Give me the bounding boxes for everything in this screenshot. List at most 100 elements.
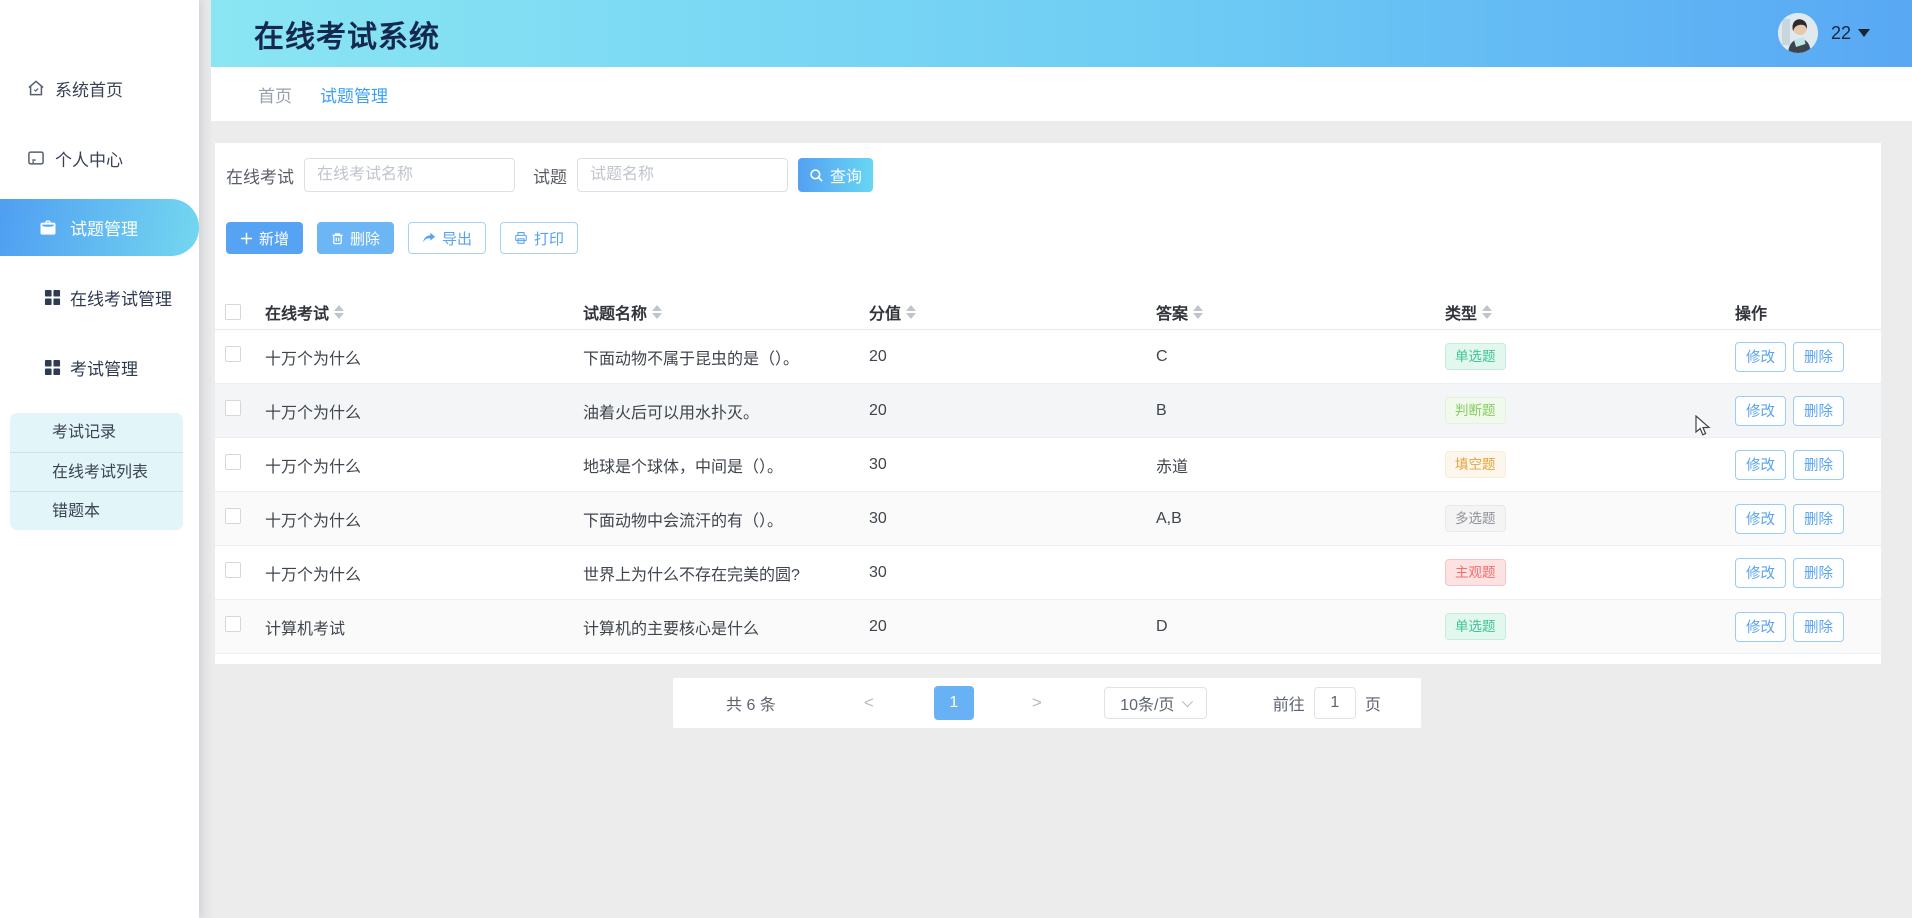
chevron-down-icon: [1858, 29, 1870, 37]
search-bar: 在线考试 试题 查询: [215, 158, 1881, 192]
column-header: 分值: [869, 300, 901, 324]
sort-icon[interactable]: [334, 305, 344, 319]
briefcase-icon: [38, 218, 58, 238]
select-all-checkbox[interactable]: [225, 304, 241, 320]
row-delete-button[interactable]: 删除: [1793, 612, 1844, 642]
exam-system-screen: 系统首页 个人中心 试题管理: [0, 0, 1912, 918]
plus-icon: [240, 232, 253, 245]
table-header: 在线考试 试题名称 分值 答案 类型 操作: [215, 295, 1881, 330]
user-menu[interactable]: 22: [1778, 13, 1870, 53]
goto-page-input[interactable]: [1314, 687, 1356, 719]
export-button[interactable]: 导出: [408, 222, 486, 254]
table-row: 十万个为什么 地球是个球体，中间是（）。 30 赤道 填空题 修改删除: [215, 438, 1881, 492]
sidebar-item-personal-center[interactable]: 个人中心: [0, 138, 199, 178]
user-avatar[interactable]: [1778, 13, 1818, 53]
score-cell: 20: [869, 348, 1156, 366]
row-checkbox[interactable]: [225, 562, 241, 578]
delete-button[interactable]: 删除: [317, 222, 394, 254]
row-delete-button[interactable]: 删除: [1793, 504, 1844, 534]
score-cell: 30: [869, 456, 1156, 474]
row-delete-button[interactable]: 删除: [1793, 396, 1844, 426]
column-header: 在线考试: [265, 300, 329, 324]
type-badge: 判断题: [1445, 397, 1506, 424]
question-cell: 油着火后可以用水扑灭。: [583, 399, 869, 423]
sidebar-item-exam-records[interactable]: 考试记录: [10, 413, 183, 452]
question-cell: 地球是个球体，中间是（）。: [583, 453, 869, 477]
goto-suffix: 页: [1365, 691, 1381, 715]
sidebar-item-wrong-question-book[interactable]: 错题本: [10, 491, 183, 530]
sidebar-item-label: 试题管理: [70, 215, 138, 240]
next-page-button[interactable]: >: [1022, 693, 1052, 713]
score-cell: 20: [869, 402, 1156, 420]
row-checkbox[interactable]: [225, 508, 241, 524]
sort-icon[interactable]: [906, 305, 916, 319]
row-delete-button[interactable]: 删除: [1793, 342, 1844, 372]
question-search-label: 试题: [533, 163, 567, 188]
app-header: 在线考试系统 22: [211, 0, 1912, 67]
type-badge: 单选题: [1445, 343, 1506, 370]
sidebar-item-exam-manage[interactable]: 考试管理: [0, 347, 199, 387]
answer-cell: B: [1156, 402, 1445, 420]
mouse-cursor: [1695, 415, 1715, 437]
edit-button[interactable]: 修改: [1735, 450, 1786, 480]
question-cell: 下面动物中会流汗的有（）。: [583, 507, 869, 531]
row-delete-button[interactable]: 删除: [1793, 558, 1844, 588]
prev-page-button[interactable]: <: [854, 693, 884, 713]
sidebar-gap: [199, 0, 211, 918]
sidebar-item-online-exam-manage[interactable]: 在线考试管理: [0, 277, 199, 317]
edit-button[interactable]: 修改: [1735, 612, 1786, 642]
answer-cell: C: [1156, 348, 1445, 366]
row-checkbox[interactable]: [225, 616, 241, 632]
breadcrumb: 首页 试题管理: [211, 67, 1912, 121]
breadcrumb-home[interactable]: 首页: [258, 82, 292, 107]
edit-button[interactable]: 修改: [1735, 558, 1786, 588]
row-delete-button[interactable]: 删除: [1793, 450, 1844, 480]
edit-button[interactable]: 修改: [1735, 504, 1786, 534]
grid-icon: [44, 359, 61, 376]
sidebar-item-online-exam-list[interactable]: 在线考试列表: [10, 452, 183, 491]
sort-icon[interactable]: [1193, 305, 1203, 319]
printer-icon: [514, 231, 528, 245]
add-button[interactable]: 新增: [226, 222, 303, 254]
user-name: 22: [1831, 23, 1851, 44]
content-panel: 在线考试 试题 查询 新增 删除: [215, 143, 1881, 664]
pagination: 共 6 条 < 1 > 10条/页 前往 页: [673, 678, 1421, 728]
print-button[interactable]: 打印: [500, 222, 578, 254]
sidebar-item-label: 个人中心: [55, 146, 123, 171]
type-badge: 多选题: [1445, 505, 1506, 532]
type-badge: 主观题: [1445, 559, 1506, 586]
answer-cell: A,B: [1156, 510, 1445, 528]
table-row: 十万个为什么 下面动物中会流汗的有（）。 30 A,B 多选题 修改删除: [215, 492, 1881, 546]
sidebar: 系统首页 个人中心 试题管理: [0, 0, 199, 918]
goto-page: 前往 页: [1273, 687, 1381, 719]
sidebar-item-system-home[interactable]: 系统首页: [0, 68, 199, 108]
type-badge: 单选题: [1445, 613, 1506, 640]
row-checkbox[interactable]: [225, 346, 241, 362]
exam-cell: 十万个为什么: [265, 399, 583, 423]
page-size-select[interactable]: 10条/页: [1104, 687, 1207, 719]
search-icon: [809, 168, 824, 183]
sidebar-item-label: 考试管理: [70, 355, 138, 380]
trash-icon: [331, 232, 344, 245]
edit-button[interactable]: 修改: [1735, 342, 1786, 372]
edit-button[interactable]: 修改: [1735, 396, 1786, 426]
sidebar-item-label: 系统首页: [55, 76, 123, 101]
table-row: 十万个为什么 油着火后可以用水扑灭。 20 B 判断题 修改删除: [215, 384, 1881, 438]
question-search-input[interactable]: [577, 158, 788, 192]
row-checkbox[interactable]: [225, 400, 241, 416]
page-number-button[interactable]: 1: [934, 686, 974, 720]
sidebar-submenu: 考试记录 在线考试列表 错题本: [10, 413, 183, 530]
column-header: 答案: [1156, 300, 1188, 324]
row-checkbox[interactable]: [225, 454, 241, 470]
sort-icon[interactable]: [1482, 305, 1492, 319]
breadcrumb-question-manage[interactable]: 试题管理: [320, 82, 388, 107]
column-header: 操作: [1735, 300, 1767, 324]
sidebar-item-question-manage[interactable]: 试题管理: [0, 199, 199, 256]
score-cell: 30: [869, 564, 1156, 582]
exam-search-input[interactable]: [304, 158, 515, 192]
type-badge: 填空题: [1445, 451, 1506, 478]
chevron-down-icon: [1182, 696, 1193, 707]
query-button[interactable]: 查询: [798, 158, 873, 192]
sort-icon[interactable]: [652, 305, 662, 319]
exam-search-label: 在线考试: [226, 163, 294, 188]
